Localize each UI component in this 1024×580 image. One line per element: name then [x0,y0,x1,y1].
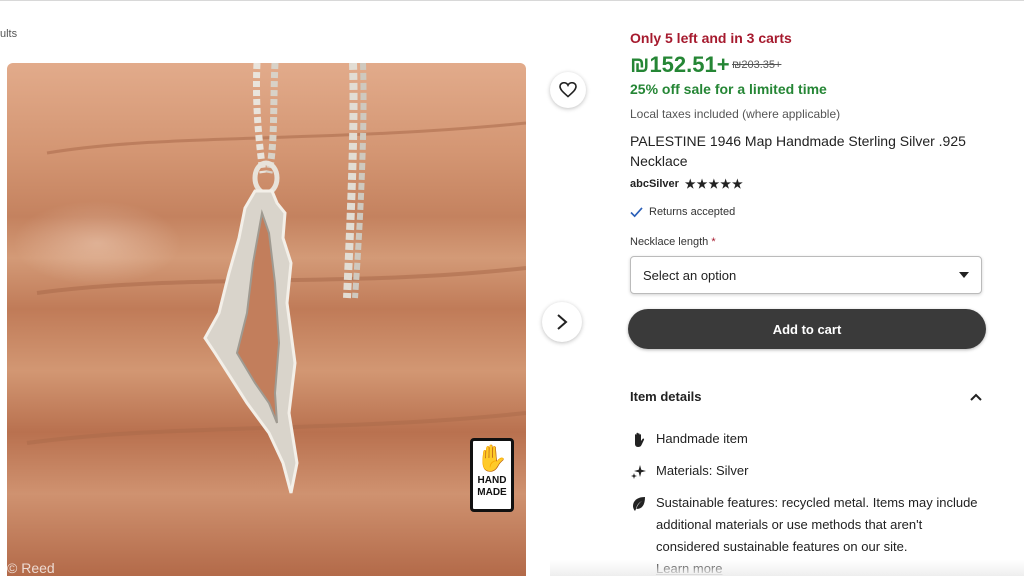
detail-text: Handmade item [656,431,748,446]
option-label: Necklace length * [630,236,716,248]
stock-alert: Only 5 left and in 3 carts [630,30,792,46]
rating-stars[interactable]: ★★★★★ [685,177,744,191]
listing-title: PALESTINE 1946 Map Handmade Sterling Sil… [630,133,966,169]
scroll-fade [550,560,1024,576]
sparkle-icon [630,460,648,482]
handmade-badge: ✋ HAND MADE [470,438,514,512]
add-to-cart-button[interactable]: Add to cart [628,309,986,349]
option-label-text: Necklace length [630,236,709,248]
favorite-button[interactable] [550,72,586,108]
product-image[interactable]: ✋ HAND MADE © Reed [7,63,526,576]
hand-icon: ✋ [475,443,509,473]
check-icon [630,206,643,217]
necklace-length-select[interactable]: Select an option [630,256,982,294]
item-details-toggle[interactable]: Item details [630,389,982,404]
chevron-right-icon [557,314,568,330]
caret-down-icon [959,272,969,278]
chevron-up-icon [970,393,982,401]
original-price: ₪203.35+ [732,59,782,71]
top-divider [0,0,1024,1]
badge-text-2: MADE [477,487,507,498]
returns-policy: Returns accepted [630,206,735,218]
shop-info: abcSilver ★★★★★ [630,177,744,191]
taxes-note: Local taxes included (where applicable) [630,107,841,121]
detail-materials: Materials: Silver [630,460,748,482]
hand-icon [630,428,648,450]
item-details-heading: Item details [630,389,702,404]
sale-price: ₪152.51+ [630,52,730,77]
detail-handmade: Handmade item [630,428,748,450]
required-mark: * [711,236,716,248]
select-value: Select an option [643,267,737,283]
heart-icon [559,82,577,98]
sale-notice: 25% off sale for a limited time [630,81,827,97]
breadcrumb[interactable]: ults [0,28,17,40]
detail-text: Sustainable features: recycled metal. It… [656,495,978,554]
shop-name-link[interactable]: abcSilver [630,178,679,190]
necklace-illustration [26,63,526,494]
returns-text: Returns accepted [649,206,736,218]
badge-text-1: HAND [477,475,507,486]
next-image-button[interactable] [542,302,582,342]
image-watermark: © Reed [7,560,55,576]
detail-text: Materials: Silver [656,463,749,478]
